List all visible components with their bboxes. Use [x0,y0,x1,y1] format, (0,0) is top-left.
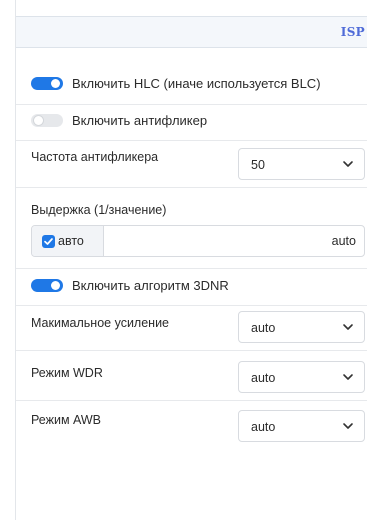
switch-knob [51,78,60,88]
select-value: auto [251,321,276,335]
divider [16,350,367,351]
divider [16,140,367,141]
exposure-label: Выдержка (1/значение) [31,203,167,217]
exposure-auto-checkbox[interactable] [42,234,55,248]
dnr-toggle-label: Включить алгоритм 3DNR [72,277,229,293]
max-gain-select[interactable]: auto [238,311,365,343]
awb-mode-label: Режим AWB [31,413,102,427]
hlc-switch[interactable] [31,76,63,90]
divider [16,400,367,401]
select-value: auto [251,420,276,434]
divider [16,305,367,306]
switch-knob [51,280,60,290]
antiflicker-freq-select[interactable]: 50 [238,148,365,180]
dnr-switch[interactable] [31,278,63,292]
wdr-mode-label: Режим WDR [31,366,103,380]
chevron-down-icon [343,324,353,330]
max-gain-label: Макимальное усиление [31,316,170,330]
exposure-auto-label: авто [58,234,84,248]
exposure-input-group: авто [31,225,365,257]
antiflicker-toggle-label: Включить антифликер [72,112,208,128]
switch-knob [34,115,43,125]
select-value: auto [251,371,276,385]
panel-title: ISP [340,25,365,39]
divider [16,187,367,188]
dnr-toggle-row[interactable]: Включить алгоритм 3DNR [16,275,367,295]
panel-header: ISP [16,16,367,48]
exposure-auto-addon[interactable]: авто [32,226,104,256]
isp-settings-panel: ISP Включить HLC (иначе используется BLC… [15,0,367,520]
hlc-toggle-row[interactable]: Включить HLC (иначе используется BLC) [16,73,367,93]
awb-mode-select[interactable]: auto [238,410,365,442]
hlc-toggle-label: Включить HLC (иначе используется BLC) [72,75,321,91]
divider [16,268,367,269]
antiflicker-switch[interactable] [31,113,63,127]
antiflicker-freq-label: Частота антифликера [31,150,159,164]
antiflicker-toggle-row[interactable]: Включить антифликер [16,110,367,130]
check-icon [44,237,53,245]
chevron-down-icon [343,423,353,429]
select-value: 50 [251,158,265,172]
divider [16,104,367,105]
exposure-value-input[interactable] [104,226,364,256]
chevron-down-icon [343,161,353,167]
chevron-down-icon [343,374,353,380]
wdr-mode-select[interactable]: auto [238,361,365,393]
